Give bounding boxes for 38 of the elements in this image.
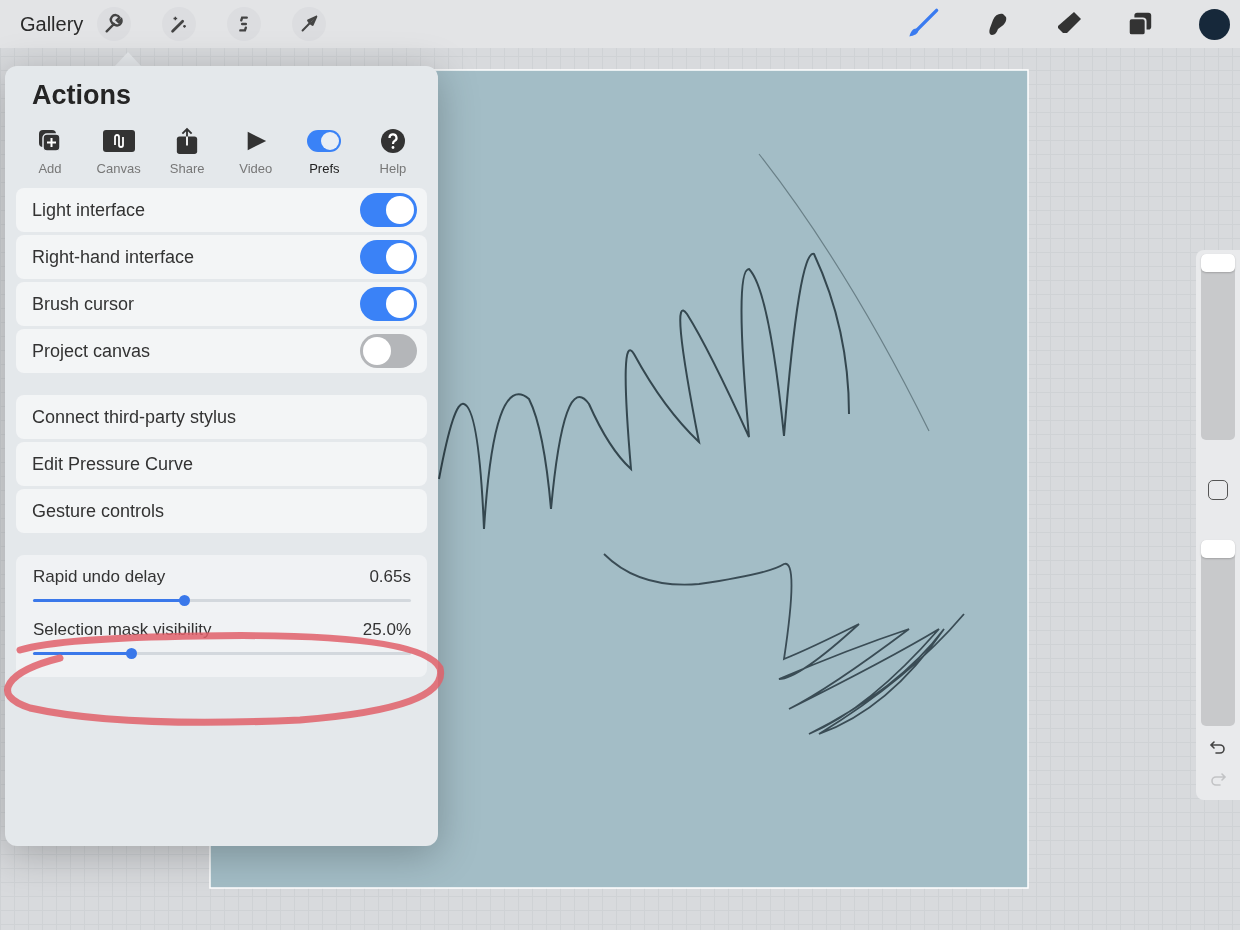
slider-label: Rapid undo delay [33,567,166,587]
share-icon [175,127,200,155]
color-swatch[interactable] [1199,8,1230,40]
brush-size-slider[interactable] [1201,254,1235,440]
toggle-switch[interactable] [360,287,417,321]
square-icon[interactable] [1208,480,1228,500]
toggle-switch[interactable] [360,193,417,227]
actions-tab[interactable]: Prefs [294,127,355,176]
slider-thumb[interactable] [126,648,138,659]
setting-label: Brush cursor [32,293,135,315]
toggle-icon [307,130,342,152]
slider-thumb[interactable] [1201,540,1235,558]
slider-value: 25.0% [362,620,411,640]
settings-link[interactable]: Connect third-party stylus [16,395,427,439]
actions-tab[interactable]: Help [362,127,423,176]
actions-tab[interactable]: Canvas [88,127,149,176]
slider-thumb[interactable] [1201,254,1235,272]
selection-icon[interactable] [227,7,262,41]
settings-link[interactable]: Edit Pressure Curve [16,442,427,486]
settings-link[interactable]: Gesture controls [16,489,427,533]
panel-title: Actions [31,80,132,111]
setting-label: Project canvas [32,340,151,362]
toggle-switch[interactable] [360,334,417,368]
actions-tab[interactable]: Share [157,127,218,176]
opacity-slider[interactable] [1201,540,1235,726]
canvas-icon [101,127,136,155]
setting-label: Light interface [32,199,146,221]
magic-wand-icon[interactable] [162,7,197,41]
slider-thumb[interactable] [179,595,191,606]
actions-tab[interactable]: Add [20,127,80,176]
actions-tab[interactable]: Video [225,127,286,176]
gallery-button[interactable]: Gallery [20,12,84,36]
help-icon [379,127,406,155]
slider-value: 0.65s [369,567,411,587]
arrow-cursor-icon[interactable] [292,7,327,41]
layers-icon[interactable] [1126,10,1154,38]
setting-label: Right-hand interface [32,246,195,268]
toggle-switch[interactable] [360,240,417,274]
